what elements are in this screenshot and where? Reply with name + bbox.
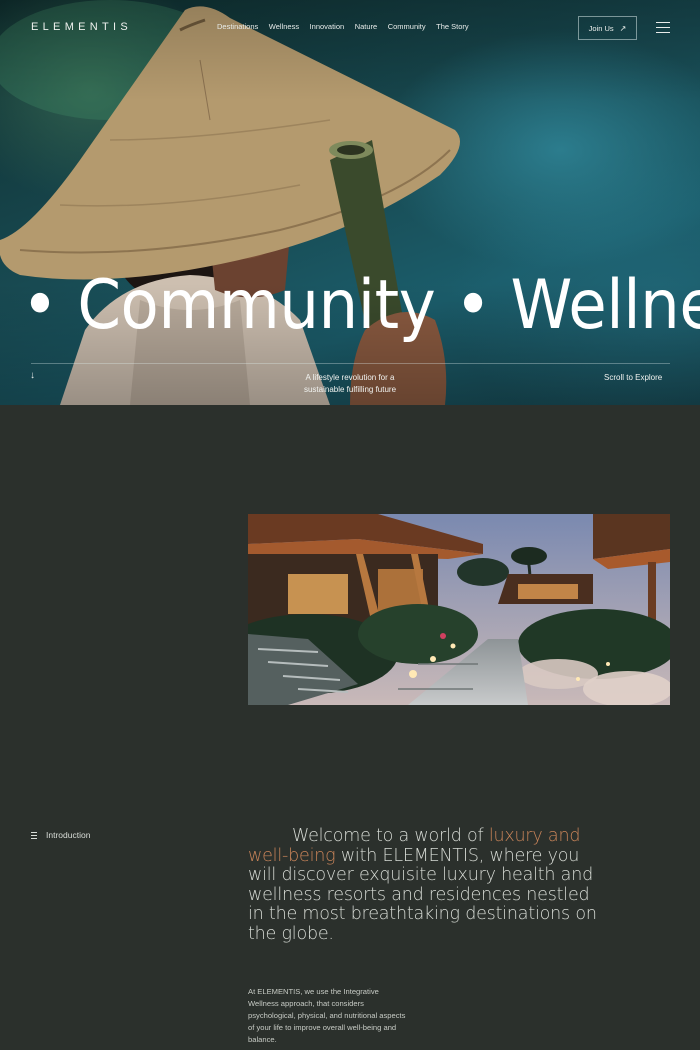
nav-item-wellness[interactable]: Wellness bbox=[269, 22, 299, 31]
nav-item-community[interactable]: Community bbox=[388, 22, 426, 31]
intro-body-text: At ELEMENTIS, we use the Integrative Wel… bbox=[248, 987, 406, 1044]
hamburger-icon[interactable] bbox=[656, 22, 670, 33]
headline-lead: Welcome to a world of bbox=[292, 826, 489, 846]
introduction-label: Introduction bbox=[31, 830, 90, 840]
arrow-down-icon[interactable]: ↓ bbox=[30, 370, 35, 381]
hero-tagline: A lifestyle revolution for a sustainable… bbox=[303, 373, 397, 394]
join-us-button[interactable]: Join Us ↗ bbox=[578, 16, 637, 40]
hero-divider bbox=[31, 363, 670, 364]
top-navigation: ELEMENTIS Destinations Wellness Innovati… bbox=[0, 0, 700, 56]
list-icon bbox=[31, 831, 37, 839]
nav-item-nature[interactable]: Nature bbox=[355, 22, 378, 31]
hero-marquee: e • Community • Wellness bbox=[0, 266, 700, 345]
resort-image bbox=[248, 514, 670, 705]
nav-item-the-story[interactable]: The Story bbox=[436, 22, 469, 31]
nav-item-destinations[interactable]: Destinations bbox=[217, 22, 258, 31]
brand-logo[interactable]: ELEMENTIS bbox=[31, 21, 132, 33]
nav-item-innovation[interactable]: Innovation bbox=[310, 22, 345, 31]
join-us-label: Join Us bbox=[588, 23, 614, 33]
arrow-up-right-icon: ↗ bbox=[619, 23, 627, 33]
main-menu: Destinations Wellness Innovation Nature … bbox=[217, 22, 479, 31]
introduction-label-text: Introduction bbox=[46, 830, 91, 840]
hero-section: ELEMENTIS Destinations Wellness Innovati… bbox=[0, 0, 700, 405]
scroll-to-explore-link[interactable]: Scroll to Explore bbox=[604, 373, 662, 382]
intro-headline: Welcome to a world of luxury and well-be… bbox=[248, 826, 598, 945]
